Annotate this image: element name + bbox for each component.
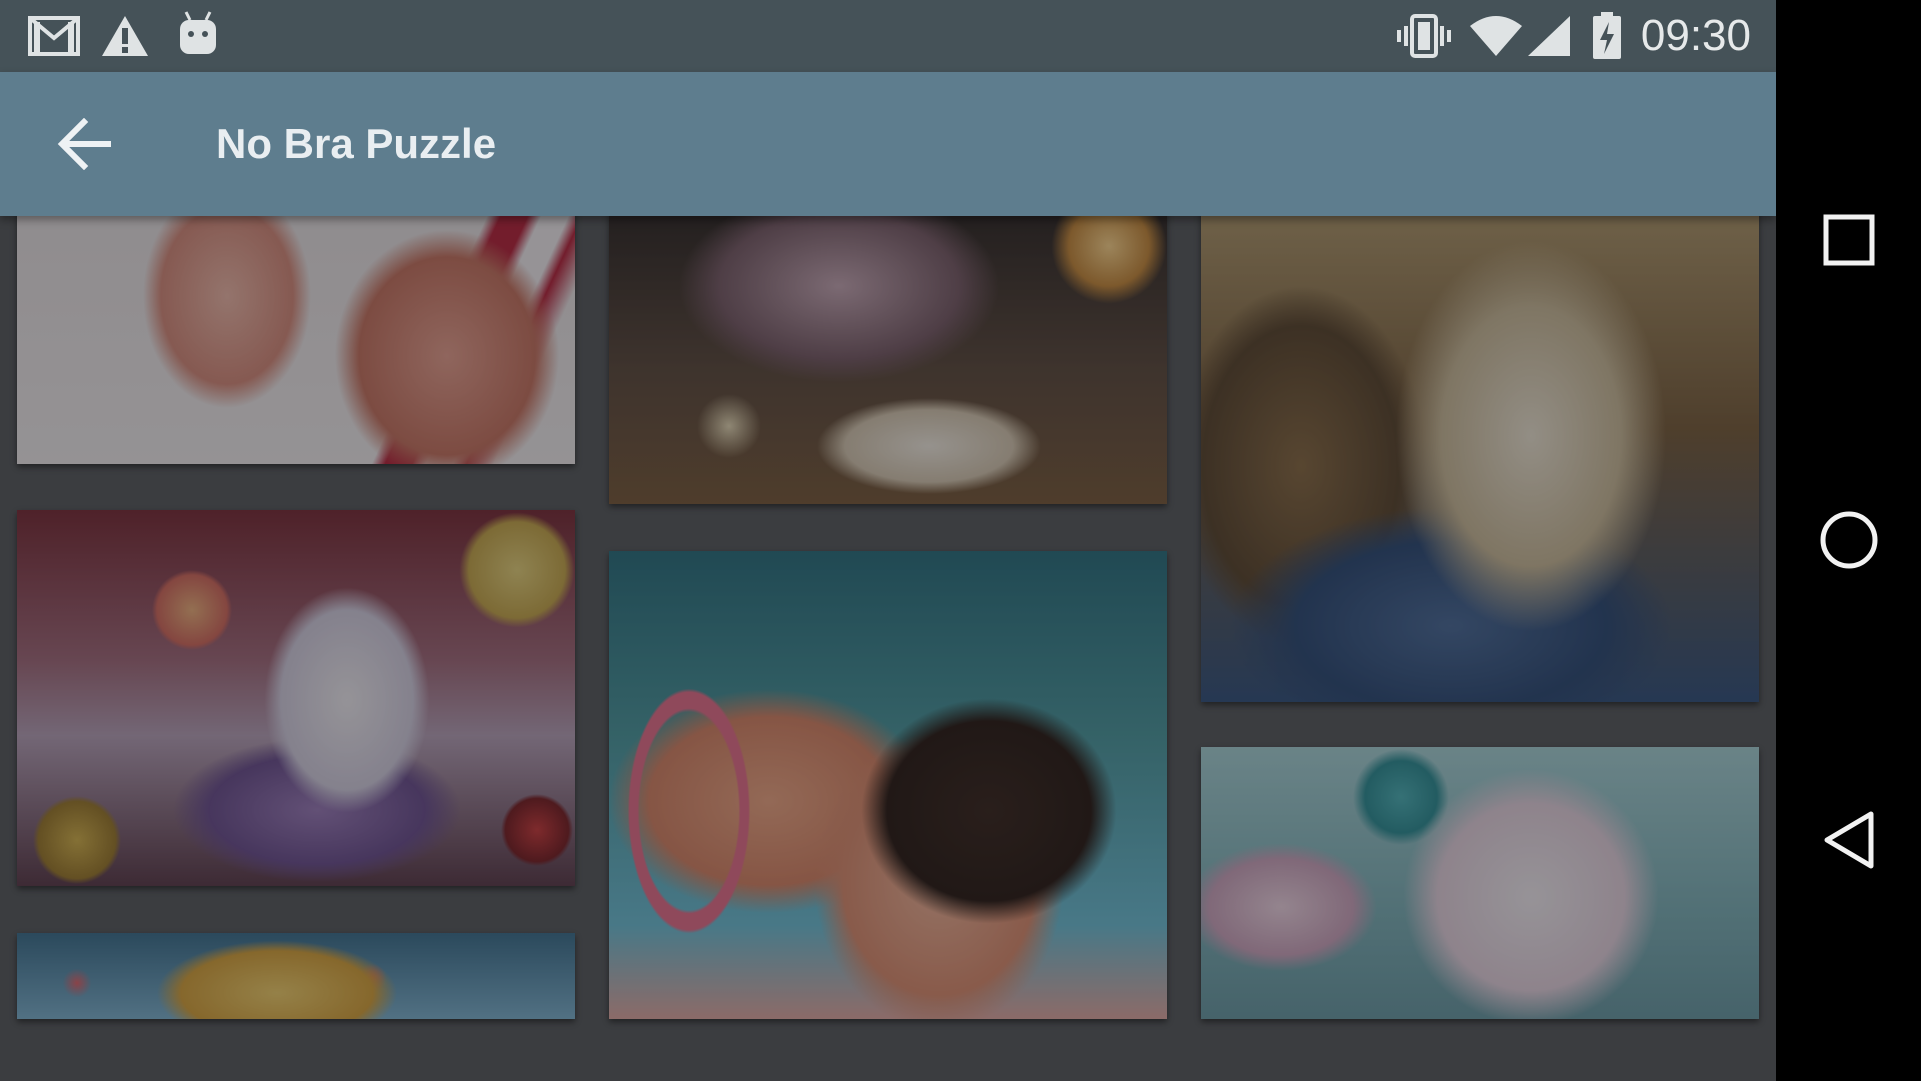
battery-charging-icon <box>1592 12 1622 65</box>
square-icon <box>1823 214 1874 266</box>
circle-icon <box>1820 511 1877 569</box>
puzzle-image-3[interactable] <box>1201 206 1759 702</box>
warning-icon <box>100 14 150 63</box>
nav-back-button[interactable] <box>1776 780 1921 900</box>
vibrate-icon <box>1396 14 1452 63</box>
puzzle-image-6[interactable] <box>1201 747 1759 1019</box>
puzzle-image-1[interactable] <box>17 206 575 464</box>
status-bar: 09:30 <box>0 0 1776 72</box>
recents-button[interactable] <box>1776 180 1921 300</box>
back-button[interactable] <box>40 104 128 184</box>
page-title: No Bra Puzzle <box>216 120 497 167</box>
app-bar: No Bra Puzzle <box>0 72 1776 216</box>
puzzle-image-5[interactable] <box>609 551 1167 1019</box>
puzzle-image-2[interactable] <box>609 206 1167 504</box>
gmail-icon <box>28 14 80 61</box>
app-screen: 09:30 No Bra Puzzle <box>0 0 1776 1081</box>
home-button[interactable] <box>1776 480 1921 600</box>
navigation-bar <box>1776 0 1921 1081</box>
arrow-back-icon <box>57 118 111 170</box>
status-time: 09:30 <box>1640 11 1751 60</box>
signal-icon <box>1526 14 1572 63</box>
puzzle-image-4[interactable] <box>17 510 575 886</box>
android-icon <box>178 10 218 61</box>
triangle-back-icon <box>1824 811 1873 869</box>
puzzle-image-7[interactable] <box>17 933 575 1019</box>
wifi-icon <box>1468 14 1524 63</box>
